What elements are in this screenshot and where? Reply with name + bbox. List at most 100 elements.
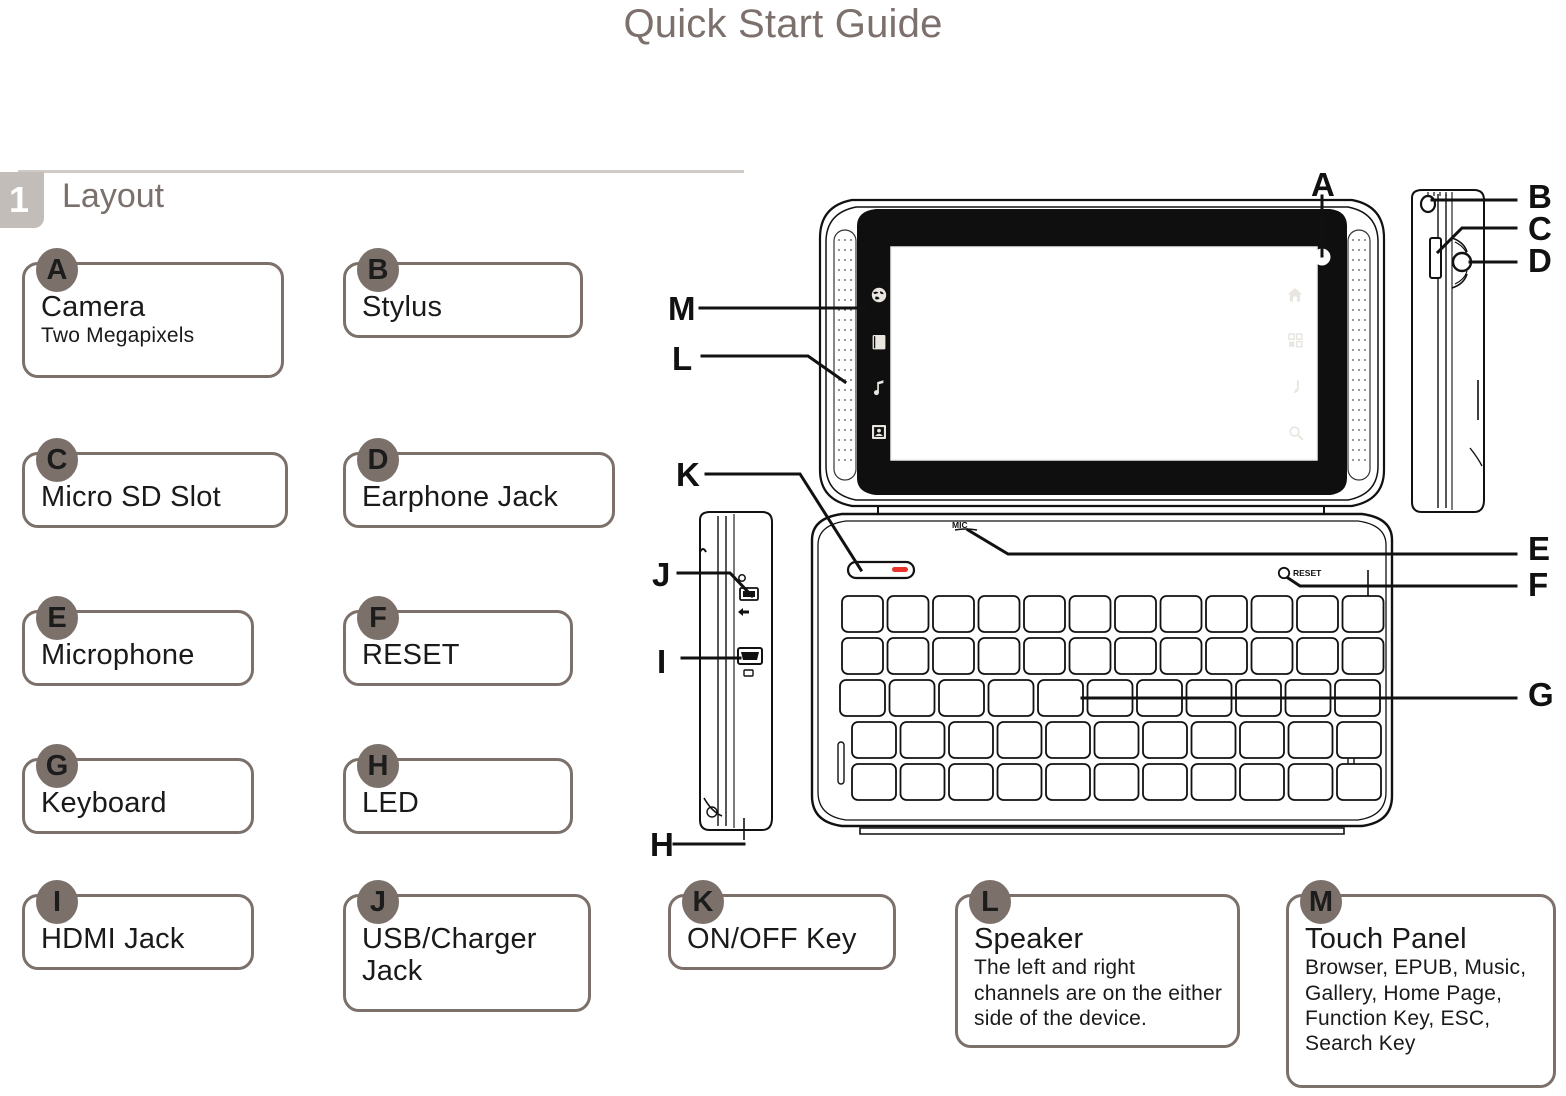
quick-start-guide-page: Quick Start Guide 1 Layout Camera Two Meg…: [0, 0, 1566, 1096]
keyboard-key[interactable]: [1287, 763, 1334, 801]
keyboard-keys: [839, 595, 1385, 801]
keyboard-key[interactable]: [1250, 595, 1294, 633]
callout-label-micro-sd-slot: C: [1528, 210, 1552, 247]
keyboard-key[interactable]: [1142, 763, 1188, 801]
power-key: [846, 560, 916, 580]
keyboard-key[interactable]: [1159, 595, 1203, 633]
keyboard-key[interactable]: [948, 721, 994, 759]
keyboard-key[interactable]: [851, 721, 897, 759]
callout-label-led: H: [650, 826, 674, 863]
keyboard-key[interactable]: [899, 763, 946, 801]
keyboard-key[interactable]: [1185, 679, 1233, 717]
keyboard-key[interactable]: [1296, 595, 1339, 633]
legend-box-h: LED H: [343, 744, 573, 834]
callout-label-hdmi-jack: I: [657, 643, 667, 680]
keyboard-key[interactable]: [1045, 763, 1091, 801]
legend-badge-m: M: [1300, 880, 1342, 924]
legend-badge-b: B: [357, 248, 399, 292]
legend-badge-a: A: [36, 248, 78, 292]
keyboard-key[interactable]: [932, 637, 975, 675]
base-speaker-slot-left: [837, 741, 845, 785]
keyboard-key[interactable]: [1023, 595, 1066, 633]
legend-box-k: ON/OFF Key K: [668, 880, 896, 970]
keyboard-key[interactable]: [1190, 763, 1237, 801]
leader-lines: [672, 194, 1518, 846]
home-icon: [1287, 288, 1303, 302]
tablet-screen: [890, 246, 1318, 461]
legend-badge-j: J: [357, 880, 399, 924]
keyboard-key[interactable]: [1284, 679, 1332, 717]
usb-port: [738, 574, 759, 616]
callout-label-reset: F: [1528, 566, 1549, 603]
keyboard-key[interactable]: [1093, 763, 1140, 801]
keyboard-key[interactable]: [841, 637, 884, 675]
touch-panel-right-icons: [1287, 288, 1304, 441]
keyboard-key[interactable]: [1287, 721, 1334, 759]
keyboard-key[interactable]: [886, 637, 930, 675]
keyboard-key[interactable]: [987, 679, 1035, 717]
legend-title: Keyboard: [41, 787, 167, 819]
hdmi-port: [737, 647, 763, 677]
keyboard-key[interactable]: [1239, 721, 1285, 759]
led-indicator: [892, 567, 908, 572]
keyboard-key[interactable]: [948, 763, 994, 801]
base-speaker-slot-right: [1347, 741, 1355, 785]
keyboard-key[interactable]: [888, 679, 936, 717]
keyboard-key[interactable]: [1235, 679, 1282, 717]
keyboard-key[interactable]: [1159, 637, 1203, 675]
legend-title: Micro SD Slot: [41, 481, 221, 513]
callout-label-keyboard: G: [1528, 676, 1554, 713]
keyboard-key[interactable]: [851, 763, 897, 801]
section-title: Layout: [62, 177, 165, 215]
keyboard-key[interactable]: [977, 637, 1021, 675]
keyboard-key[interactable]: [1136, 679, 1183, 717]
legend-box-l: Speaker The left and right channels are o…: [955, 880, 1240, 1048]
legend-title: Camera: [41, 291, 146, 323]
keyboard-key[interactable]: [1068, 637, 1112, 675]
right-side-view: [1411, 189, 1485, 513]
keyboard-key[interactable]: [977, 595, 1021, 633]
reset-hole: RESET: [1277, 566, 1322, 580]
keyboard-key[interactable]: [841, 595, 884, 633]
earphone-jack: [1451, 237, 1473, 289]
keyboard-key[interactable]: [1334, 679, 1381, 717]
keyboard-key[interactable]: [1086, 679, 1134, 717]
section-divider: [18, 170, 744, 173]
keyboard-key[interactable]: [1341, 637, 1385, 675]
keyboard-key[interactable]: [899, 721, 946, 759]
legend-badge-e: E: [36, 596, 78, 640]
keyboard-key[interactable]: [1205, 637, 1248, 675]
keyboard-key[interactable]: [996, 763, 1043, 801]
legend-box-e: Microphone E: [22, 596, 254, 686]
keyboard-key[interactable]: [1142, 721, 1188, 759]
search-magnifier-icon: [1289, 426, 1304, 441]
keyboard-key[interactable]: [1239, 763, 1285, 801]
keyboard-key[interactable]: [1336, 721, 1382, 759]
legend-box-a: Camera Two Megapixels A: [22, 248, 284, 378]
keyboard-key[interactable]: [1045, 721, 1091, 759]
keyboard-key[interactable]: [1093, 721, 1140, 759]
keyboard-key[interactable]: [886, 595, 930, 633]
keyboard-key[interactable]: [1023, 637, 1066, 675]
keyboard-key[interactable]: [1250, 637, 1294, 675]
epub-book-icon: [872, 335, 886, 350]
keyboard-key[interactable]: [839, 679, 886, 717]
keyboard-key[interactable]: [932, 595, 975, 633]
keyboard-key[interactable]: [1114, 637, 1157, 675]
keyboard-key[interactable]: [1114, 595, 1157, 633]
keyboard-key[interactable]: [1296, 637, 1339, 675]
keyboard-key[interactable]: [938, 679, 985, 717]
legend-box-m: Touch Panel Browser, EPUB, Music, Gallery…: [1286, 880, 1556, 1088]
keyboard-key[interactable]: [1068, 595, 1112, 633]
legend-badge-c: C: [36, 438, 78, 482]
keyboard-key[interactable]: [1341, 595, 1385, 633]
keyboard-key[interactable]: [1336, 763, 1382, 801]
legend-title: HDMI Jack: [41, 923, 185, 955]
keyboard-key[interactable]: [1190, 721, 1237, 759]
callout-label-microphone: E: [1528, 530, 1551, 567]
page-title: Quick Start Guide: [623, 2, 943, 46]
callout-label-on-off-key: K: [676, 456, 700, 493]
keyboard-key[interactable]: [996, 721, 1043, 759]
keyboard-key[interactable]: [1205, 595, 1248, 633]
keyboard-key[interactable]: [1037, 679, 1084, 717]
